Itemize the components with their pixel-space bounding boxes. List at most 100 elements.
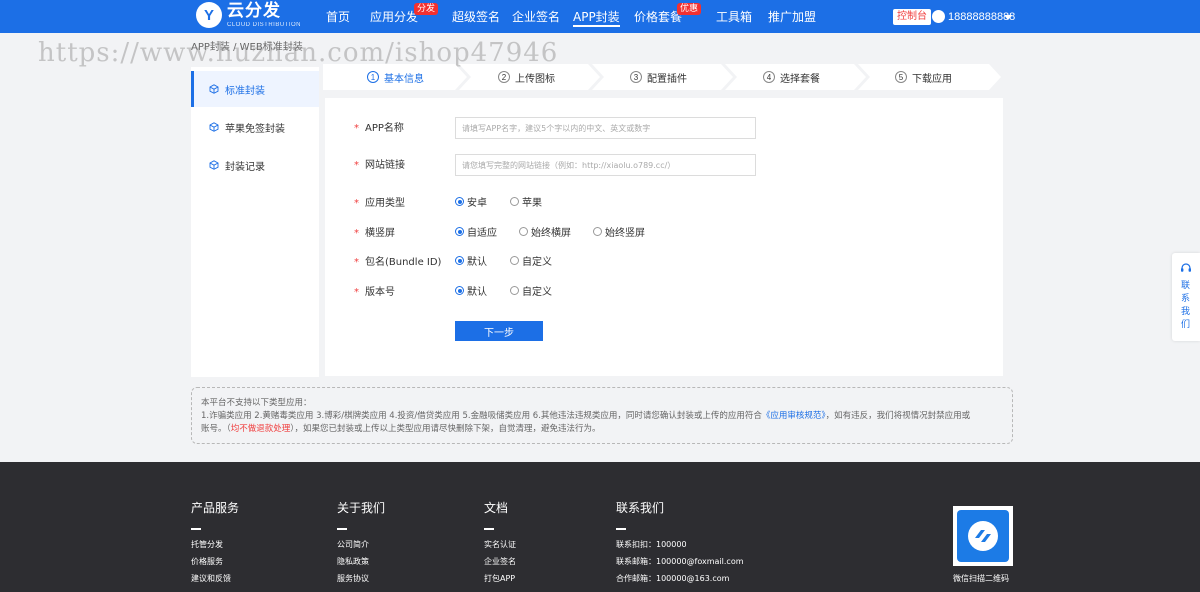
radio-orientation-portrait[interactable]: 始终竖屏 <box>593 224 645 239</box>
footer-divider <box>191 528 201 530</box>
radio-dot <box>455 197 464 206</box>
wechat-qr-code <box>953 506 1013 566</box>
footer-title-about: 关于我们 <box>337 501 386 515</box>
sidebar-item-label: 标准封装 <box>225 85 265 97</box>
app-logo-icon <box>968 521 998 551</box>
radio-orientation-landscape[interactable]: 始终横屏 <box>519 224 571 239</box>
step-number: 1 <box>367 71 379 83</box>
step-number: 5 <box>895 71 907 83</box>
radio-dot <box>455 286 464 295</box>
top-nav-bar: Y 云分发 CLOUD DISTRIBUTION 首页 应用分发 分发 超级签名… <box>0 0 1200 33</box>
radio-dot <box>593 227 602 236</box>
nav-app-packaging[interactable]: APP封装 <box>573 0 620 33</box>
nav-pricing[interactable]: 价格套餐 <box>634 0 682 33</box>
footer-contact-email: 联系邮箱：100000@foxmail.com <box>616 557 744 566</box>
footer-link[interactable]: 打包APP <box>484 573 515 584</box>
radio-dot <box>455 256 464 265</box>
footer-link[interactable]: 隐私政策 <box>337 556 369 567</box>
sidebar-item-label: 苹果免签封装 <box>225 123 285 135</box>
nav-affiliate[interactable]: 推广加盟 <box>768 0 816 33</box>
step-number: 2 <box>498 71 510 83</box>
qr-caption: 微信扫描二维码 <box>953 574 1009 583</box>
cube-icon <box>209 160 219 170</box>
no-refund-warning: 均不做退款处理 <box>230 424 291 434</box>
step-label: 下载应用 <box>912 73 952 85</box>
cube-icon <box>209 122 219 132</box>
step-upload-icon: 2 上传图标 <box>498 64 555 90</box>
contact-us-label: 联系我们 <box>1181 281 1191 330</box>
step-choose-plan: 4 选择套餐 <box>763 64 820 90</box>
radio-bundle-default[interactable]: 默认 <box>455 253 487 268</box>
footer-link[interactable]: 企业签名 <box>484 556 516 567</box>
footer-title-docs: 文档 <box>484 501 509 515</box>
step-configure-plugins: 3 配置插件 <box>630 64 687 90</box>
footer-link[interactable]: 服务协议 <box>337 573 369 584</box>
nav-badge-discount: 优惠 <box>677 3 702 15</box>
nav-app-distribution[interactable]: 应用分发 <box>370 0 418 33</box>
nav-badge-distribution: 分发 <box>414 3 439 15</box>
nav-super-signature[interactable]: 超级签名 <box>452 0 500 33</box>
radio-version-custom[interactable]: 自定义 <box>510 283 552 298</box>
sidebar-item-standard-packaging[interactable]: 标准封装 <box>191 71 319 107</box>
footer-link[interactable]: 建议和反馈 <box>191 573 231 584</box>
website-url-label: * 网站链接 <box>354 160 405 171</box>
radio-ios[interactable]: 苹果 <box>510 194 542 209</box>
logo-badge: Y <box>196 2 222 28</box>
radio-dot <box>519 227 528 236</box>
step-label: 配置插件 <box>647 73 687 85</box>
nav-enterprise-signature[interactable]: 企业签名 <box>512 0 560 33</box>
footer-link[interactable]: 实名认证 <box>484 539 516 550</box>
sidebar: 标准封装 苹果免签封装 封装记录 <box>191 67 319 377</box>
form-card <box>325 98 1003 376</box>
nav-toolbox[interactable]: 工具箱 <box>716 0 752 33</box>
footer: 产品服务 托管分发 价格服务 建议和反馈 关于我们 公司简介 隐私政策 服务协议… <box>0 462 1200 592</box>
step-label: 基本信息 <box>384 73 424 85</box>
sidebar-item-packaging-records[interactable]: 封装记录 <box>191 147 319 183</box>
contact-us-float[interactable]: 联系我们 <box>1172 253 1200 341</box>
footer-divider <box>337 528 347 530</box>
radio-dot <box>510 256 519 265</box>
app-type-label: * 应用类型 <box>354 198 405 209</box>
logo-subtitle: CLOUD DISTRIBUTION <box>227 21 302 28</box>
logo-title: 云分发 <box>227 0 281 21</box>
next-step-button[interactable]: 下一步 <box>455 321 543 341</box>
avatar[interactable] <box>932 10 945 23</box>
step-progress: 1 基本信息 2 上传图标 3 配置插件 4 选择套餐 5 下载应用 <box>323 64 1003 90</box>
footer-divider <box>484 528 494 530</box>
console-button[interactable]: 控制台 <box>893 9 931 25</box>
app-name-input[interactable] <box>455 117 756 139</box>
footer-title-products: 产品服务 <box>191 501 240 515</box>
footer-contact-qq: 联系扣扣：100000 <box>616 540 687 549</box>
notice-title: 本平台不支持以下类型应用： <box>201 398 312 408</box>
footer-business-email: 合作邮箱：100000@163.com <box>616 574 730 583</box>
notice-body-cont: 账号。（均不做退款处理），如果您已封装或上传以上类型应用请尽快删除下架，自觉清理… <box>201 424 601 434</box>
version-label: * 版本号 <box>354 287 395 298</box>
website-url-input[interactable] <box>455 154 756 176</box>
sidebar-item-ios-unsigned-packaging[interactable]: 苹果免签封装 <box>191 109 319 145</box>
app-name-label: * APP名称 <box>354 123 404 134</box>
logo[interactable]: Y 云分发 CLOUD DISTRIBUTION <box>196 2 301 28</box>
orientation-label: * 横竖屏 <box>354 228 395 239</box>
footer-link[interactable]: 托管分发 <box>191 539 223 550</box>
footer-link[interactable]: 公司简介 <box>337 539 369 550</box>
radio-bundle-custom[interactable]: 自定义 <box>510 253 552 268</box>
radio-dot <box>510 197 519 206</box>
footer-link[interactable]: 价格服务 <box>191 556 223 567</box>
cube-icon <box>209 84 219 94</box>
headset-icon <box>1181 263 1191 272</box>
footer-divider <box>616 528 626 530</box>
radio-version-default[interactable]: 默认 <box>455 283 487 298</box>
radio-dot <box>510 286 519 295</box>
chevron-down-icon[interactable] <box>1004 15 1012 20</box>
step-basic-info: 1 基本信息 <box>367 64 424 90</box>
sidebar-item-label: 封装记录 <box>225 161 265 173</box>
footer-title-contact: 联系我们 <box>616 501 665 515</box>
step-number: 4 <box>763 71 775 83</box>
step-number: 3 <box>630 71 642 83</box>
review-guidelines-link[interactable]: 《应用审核规范》 <box>762 411 826 421</box>
radio-orientation-auto[interactable]: 自适应 <box>455 224 497 239</box>
step-download-app: 5 下载应用 <box>895 64 952 90</box>
radio-android[interactable]: 安卓 <box>455 194 487 209</box>
nav-home[interactable]: 首页 <box>326 0 350 33</box>
notice-body: 1.诈骗类应用 2.黄赌毒类应用 3.博彩/棋牌类应用 4.投资/借贷类应用 5… <box>201 411 971 421</box>
